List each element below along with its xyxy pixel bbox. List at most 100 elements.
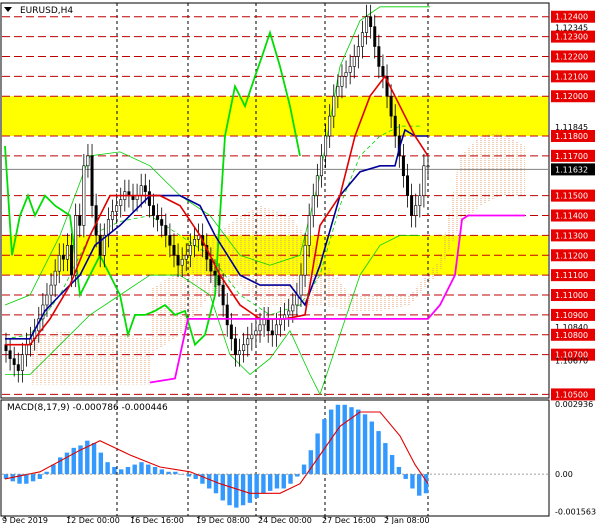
- macd-histogram-bar: [112, 466, 117, 475]
- candle-body: [45, 294, 49, 306]
- macd-histogram-bar: [362, 414, 368, 475]
- macd-histogram-bar: [267, 474, 273, 491]
- candle-body: [328, 115, 332, 137]
- candle-body: [324, 135, 328, 157]
- candle-body: [266, 318, 270, 332]
- price-label-text: 1.11400: [555, 212, 588, 221]
- candle-body: [315, 175, 319, 196]
- time-label: 19 Dec 08:00: [196, 516, 250, 524]
- price-label-text: 1.10500: [555, 390, 588, 399]
- candle-body: [151, 205, 155, 216]
- macd-histogram-bar: [301, 464, 307, 475]
- price-label-text: 1.10800: [555, 331, 588, 340]
- candle-body: [24, 344, 28, 355]
- macd-histogram-bar: [71, 447, 76, 475]
- macd-histogram-bar: [139, 462, 144, 475]
- candle-body: [319, 155, 323, 177]
- macd-histogram-bar: [234, 474, 239, 508]
- macd-histogram-bar: [288, 474, 293, 484]
- macd-title: MACD(8,17,9) -0.000786 -0.000446: [7, 403, 168, 413]
- candle-body: [209, 258, 213, 272]
- candle-body: [86, 155, 90, 167]
- candle-body: [410, 195, 414, 216]
- macd-panel[interactable]: [0, 399, 550, 517]
- macd-histogram-bar: [51, 464, 56, 475]
- macd-histogram-bar: [281, 474, 286, 489]
- candle-body: [270, 330, 274, 336]
- price-label: 1.11700: [551, 149, 595, 162]
- chart-canvas[interactable]: 1.124001.123451.123001.122001.121001.120…: [0, 0, 597, 524]
- price-label: 1.11300: [551, 229, 595, 242]
- macd-histogram-bar: [376, 431, 381, 475]
- candle-body: [115, 205, 119, 212]
- candle-body: [365, 16, 369, 33]
- price-label-text: 1.10670: [555, 357, 588, 366]
- candle-body: [393, 115, 397, 137]
- macd-histogram-bar: [125, 466, 131, 475]
- candle-body: [213, 270, 217, 276]
- candle-body: [147, 191, 151, 206]
- macd-histogram-bar: [369, 421, 375, 475]
- macd-histogram-bar: [389, 455, 395, 475]
- macd-label-text: 0.00: [555, 470, 573, 479]
- candle-body: [65, 245, 69, 260]
- macd-label-text: -0.001563: [555, 508, 596, 517]
- candle-body: [377, 46, 381, 67]
- candle-body: [53, 270, 57, 286]
- price-label-text: 1.11700: [555, 152, 588, 161]
- price-label-text: 1.12000: [555, 92, 588, 101]
- candle-body: [57, 254, 61, 272]
- candle-body: [20, 354, 24, 371]
- candle-body: [78, 215, 82, 226]
- price-label-text: 1.12200: [555, 52, 588, 61]
- price-label-text: 1.12100: [555, 72, 588, 81]
- candle-body: [352, 56, 356, 67]
- time-label: 27 Dec 16:00: [322, 516, 376, 524]
- candle-body: [340, 76, 344, 87]
- candle-body: [406, 175, 410, 196]
- price-panel[interactable]: [0, 2, 550, 399]
- candle-body: [221, 284, 225, 306]
- macd-histogram-bar: [383, 443, 388, 475]
- candle-body: [344, 72, 348, 77]
- macd-histogram-bar: [132, 464, 137, 475]
- price-label-text: 1.11200: [555, 251, 588, 260]
- candle-body: [287, 310, 291, 316]
- macd-histogram-bar: [274, 474, 280, 489]
- candle-body: [373, 26, 377, 47]
- macd-histogram-bar: [152, 466, 158, 475]
- macd-histogram-bar: [105, 462, 110, 475]
- price-label: 1.11200: [551, 249, 595, 262]
- candle-body: [229, 324, 233, 340]
- macd-histogram-bar: [213, 474, 219, 494]
- macd-histogram-bar: [240, 474, 246, 506]
- price-label: 1.11632: [551, 163, 595, 176]
- macd-histogram-bar: [403, 474, 408, 479]
- macd-histogram-bar: [118, 469, 124, 475]
- candle-body: [217, 274, 221, 286]
- candle-body: [90, 155, 94, 206]
- candle-body: [336, 85, 340, 97]
- time-axis: 9 Dec 2019 12 Dec 00:00 16 Dec 16:00 19 Dec…: [2, 516, 430, 524]
- candle-body: [168, 235, 172, 246]
- candle-body: [307, 215, 311, 246]
- candle-body: [156, 215, 160, 220]
- candle-body: [74, 215, 78, 276]
- candle-body: [184, 254, 188, 260]
- candle-body: [176, 254, 180, 266]
- candle-body: [250, 334, 254, 340]
- candle-body: [111, 211, 115, 220]
- macd-histogram-bar: [342, 404, 347, 475]
- price-label-text: 1.11632: [555, 165, 588, 174]
- price-label: 1.10670: [555, 357, 588, 366]
- candle-body: [348, 66, 352, 73]
- candle-body: [16, 364, 20, 371]
- price-axis: 1.124001.123451.123001.122001.121001.120…: [551, 10, 596, 517]
- candle-body: [422, 165, 426, 196]
- macd-histogram-bar: [356, 409, 361, 475]
- price-label: 1.12400: [551, 10, 595, 23]
- candle-body: [381, 66, 385, 77]
- chart-title: EURUSD,H4: [20, 6, 73, 16]
- price-label: 1.12300: [551, 30, 595, 43]
- candle-body: [49, 284, 53, 296]
